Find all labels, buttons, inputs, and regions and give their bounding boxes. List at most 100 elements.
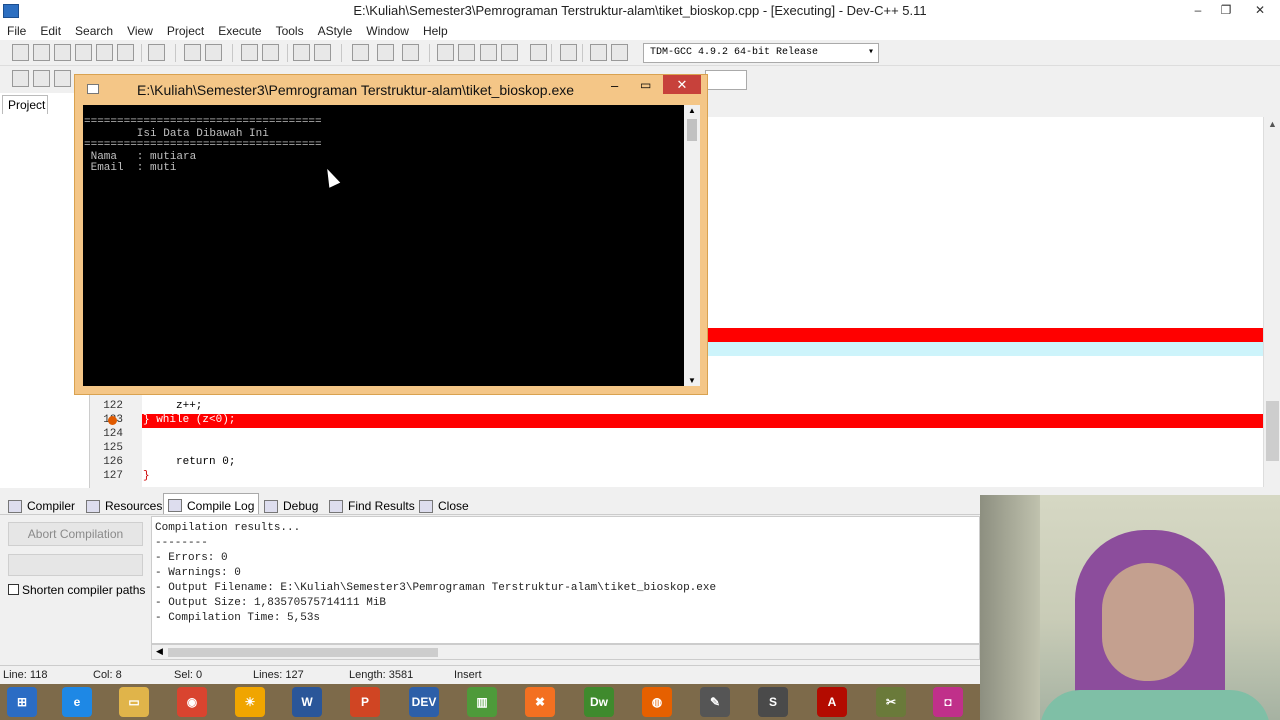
tab-compiler[interactable]: Compiler (4, 494, 79, 515)
taskbar-paint-icon[interactable]: ✂ (876, 687, 906, 717)
tab-close[interactable]: Close (415, 494, 473, 515)
menu-astyle[interactable]: AStyle (311, 22, 360, 40)
forward-icon[interactable] (377, 44, 394, 61)
taskbar-ie-icon[interactable]: e (62, 687, 92, 717)
minimize-button[interactable]: – (1184, 0, 1212, 20)
scroll-down-icon[interactable]: ▼ (688, 376, 696, 385)
status-bar: Line: 118 Col: 8 Sel: 0 Lines: 127 Lengt… (0, 665, 980, 684)
taskbar-chrome-icon[interactable]: ◉ (177, 687, 207, 717)
taskbar-explorer-icon[interactable]: ▭ (119, 687, 149, 717)
taskbar-chart-icon[interactable]: ▥ (467, 687, 497, 717)
taskbar-devcpp-icon[interactable]: DEV (409, 687, 439, 717)
tab-find-results[interactable]: Find Results (325, 494, 419, 515)
log-horizontal-scrollbar[interactable]: ◀ (151, 644, 980, 660)
close-file-icon[interactable] (96, 44, 113, 61)
new-class-icon[interactable] (12, 70, 29, 87)
new-file-icon[interactable] (12, 44, 29, 61)
tab-debug[interactable]: Debug (260, 494, 322, 515)
code-line-error[interactable]: 123 } while (z<0); (91, 414, 1263, 428)
back-icon[interactable] (352, 44, 369, 61)
taskbar-sublime-icon[interactable]: S (758, 687, 788, 717)
status-length: Length: 3581 (349, 669, 414, 681)
run-icon[interactable] (458, 44, 475, 61)
goto-line-icon[interactable] (314, 44, 331, 61)
close-icon (419, 499, 433, 513)
scroll-thumb[interactable] (1266, 401, 1279, 461)
tab-compile-log[interactable]: Compile Log (163, 493, 260, 514)
taskbar-weather-icon[interactable]: ☀ (235, 687, 265, 717)
close-button[interactable]: ✕ (1240, 0, 1280, 20)
code-line[interactable]: 122 z++; (91, 400, 1263, 414)
toggle-bookmark-icon[interactable] (402, 44, 419, 61)
menu-edit[interactable]: Edit (33, 22, 68, 40)
rebuild-icon[interactable] (501, 44, 518, 61)
menu-search[interactable]: Search (68, 22, 120, 40)
delete-profile-icon[interactable] (611, 44, 628, 61)
compile-run-icon[interactable] (480, 44, 497, 61)
function-combo[interactable] (705, 70, 747, 90)
redo-icon[interactable] (205, 44, 222, 61)
compile-log-output[interactable]: Compilation results... -------- - Errors… (151, 516, 980, 644)
code-line[interactable]: 124 (91, 428, 1263, 442)
menu-help[interactable]: Help (416, 22, 455, 40)
print-icon[interactable] (148, 44, 165, 61)
taskbar-camera-icon[interactable]: ◘ (933, 687, 963, 717)
class-browser-icon[interactable] (54, 70, 71, 87)
menu-tools[interactable]: Tools (269, 22, 311, 40)
code-line[interactable]: 125 (91, 442, 1263, 456)
insert-icon[interactable] (33, 70, 50, 87)
console-minimize-button[interactable]: – (611, 78, 618, 93)
replace-icon[interactable] (262, 44, 279, 61)
compile-icon[interactable] (437, 44, 454, 61)
menu-project[interactable]: Project (160, 22, 211, 40)
save-all-icon[interactable] (75, 44, 92, 61)
code-line[interactable]: 127 } (91, 470, 1263, 484)
open-file-icon[interactable] (33, 44, 50, 61)
console-maximize-button[interactable]: ▭ (640, 78, 651, 92)
editor-vertical-scrollbar[interactable]: ▲ (1263, 117, 1280, 487)
console-window[interactable]: E:\Kuliah\Semester3\Pemrograman Terstruk… (74, 74, 708, 395)
console-close-button[interactable]: ✕ (663, 75, 701, 94)
taskbar-acrobat-icon[interactable]: A (817, 687, 847, 717)
console-title-bar[interactable]: E:\Kuliah\Semester3\Pemrograman Terstruk… (75, 75, 707, 103)
menu-view[interactable]: View (120, 22, 160, 40)
error-highlight (142, 414, 1263, 428)
tab-resources[interactable]: Resources (82, 494, 166, 515)
scroll-thumb[interactable] (168, 648, 438, 657)
shorten-paths-checkbox[interactable] (8, 584, 19, 595)
taskbar-inkscape-icon[interactable]: ✎ (700, 687, 730, 717)
scroll-up-icon[interactable]: ▲ (1268, 119, 1277, 129)
maximize-button[interactable]: ❐ (1212, 0, 1240, 20)
menu-file[interactable]: File (0, 22, 33, 40)
stop-execution-icon[interactable] (560, 44, 577, 61)
taskbar-dreamweaver-icon[interactable]: Dw (584, 687, 614, 717)
abort-compilation-button[interactable]: Abort Compilation (8, 522, 143, 546)
taskbar-powerpoint-icon[interactable]: P (350, 687, 380, 717)
menu-window[interactable]: Window (359, 22, 416, 40)
console-scrollbar[interactable]: ▲ ▼ (684, 105, 700, 386)
scroll-left-icon[interactable]: ◀ (156, 646, 163, 657)
find-icon[interactable] (241, 44, 258, 61)
person-face (1102, 563, 1194, 681)
undo-icon[interactable] (184, 44, 201, 61)
scroll-up-icon[interactable]: ▲ (688, 106, 696, 115)
console-output[interactable]: ==================================== Isi… (83, 105, 684, 386)
close-all-icon[interactable] (117, 44, 134, 61)
code-line[interactable]: 126 return 0; (91, 456, 1263, 470)
profile-chart-icon[interactable] (590, 44, 607, 61)
menu-execute[interactable]: Execute (211, 22, 268, 40)
menu-bar: File Edit Search View Project Execute To… (0, 22, 1280, 40)
compiler-select[interactable]: TDM-GCC 4.9.2 64-bit Release ▾ (643, 43, 879, 63)
line-number: 127 (103, 470, 123, 482)
save-icon[interactable] (54, 44, 71, 61)
code-text: } (143, 470, 150, 482)
taskbar-firefox-icon[interactable]: ◍ (642, 687, 672, 717)
tab-project[interactable]: Project (2, 95, 48, 114)
taskbar-word-icon[interactable]: W (292, 687, 322, 717)
taskbar-xampp-icon[interactable]: ✖ (525, 687, 555, 717)
resources-icon (86, 499, 100, 513)
indent-icon[interactable] (293, 44, 310, 61)
start-button[interactable]: ⊞ (7, 687, 37, 717)
scroll-thumb[interactable] (687, 119, 697, 141)
check-syntax-icon[interactable] (530, 44, 547, 61)
